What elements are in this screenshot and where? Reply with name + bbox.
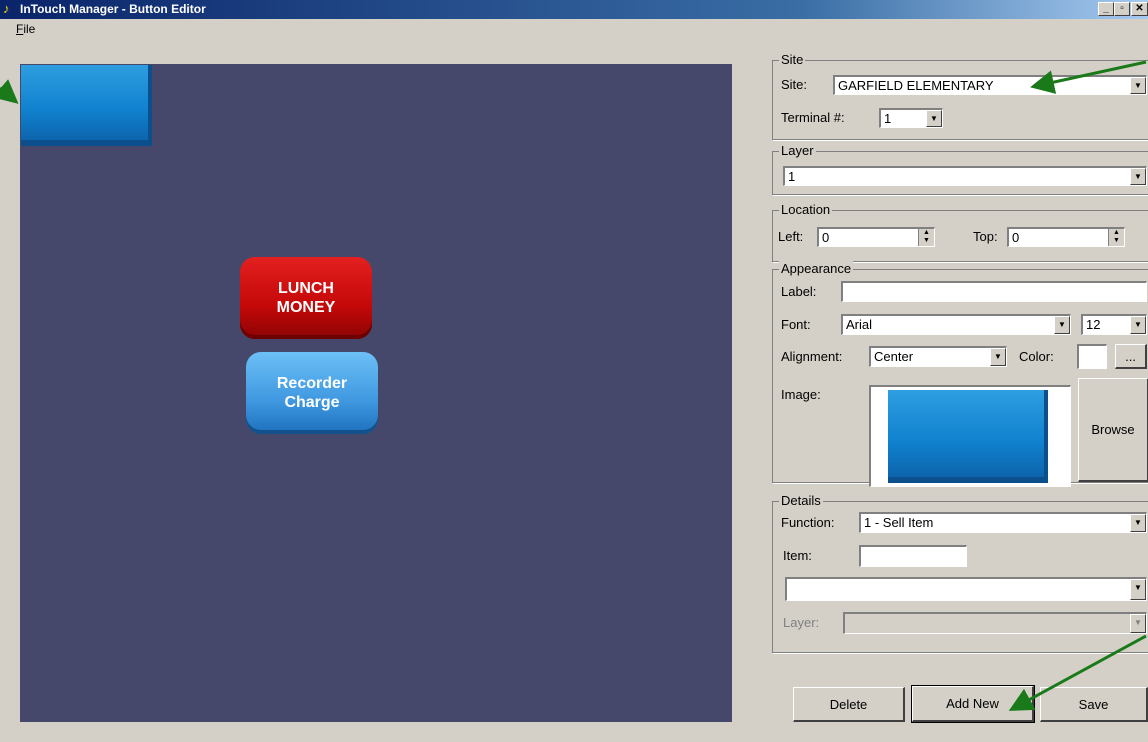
chevron-down-icon[interactable]: ▼	[926, 110, 942, 127]
location-group: Location Left: 0 ▲ ▼ Top: 0 ▲ ▼	[772, 202, 1148, 262]
details-legend: Details	[779, 493, 823, 509]
delete-button[interactable]: Delete	[793, 687, 905, 722]
function-label: Function:	[781, 515, 835, 530]
save-button[interactable]: Save	[1040, 687, 1148, 722]
lunch-money-label: LUNCH MONEY	[276, 280, 336, 316]
layer-select-value: 1	[788, 169, 796, 184]
font-select-value: Arial	[846, 317, 873, 332]
item-label: Item:	[783, 548, 812, 563]
left-spinner-value: 0	[822, 230, 830, 245]
chevron-down-icon: ▼	[1130, 614, 1146, 633]
chevron-down-icon[interactable]: ▼	[1130, 579, 1146, 600]
chevron-down-icon[interactable]: ▼	[1130, 77, 1146, 94]
details-layer-select: ▼	[843, 612, 1147, 634]
top-spinner-value: 0	[1012, 230, 1020, 245]
site-group: Site Site: GARFIELD ELEMENTARY ▼ Termina…	[772, 52, 1148, 140]
minimize-button[interactable]: _	[1098, 2, 1114, 16]
left-label: Left:	[778, 229, 804, 244]
color-swatch[interactable]	[1077, 344, 1107, 369]
color-label: Color:	[1019, 349, 1054, 364]
top-label: Top:	[973, 229, 998, 244]
image-preview	[869, 385, 1071, 487]
canvas-button-selected[interactable]	[21, 65, 152, 146]
app-icon: ♪	[3, 1, 10, 16]
font-label: Font:	[781, 317, 811, 332]
recorder-charge-label: Recorder Charge	[276, 375, 348, 411]
menu-file-label: ile	[23, 22, 36, 36]
terminal-select[interactable]: 1 ▼	[879, 108, 943, 128]
item-select[interactable]: ▼	[785, 577, 1147, 601]
window-title: InTouch Manager - Button Editor	[20, 2, 206, 16]
appearance-group: Appearance Label: Font: Arial ▼ 12 ▼ Ali…	[772, 261, 1148, 487]
canvas-button-recorder-charge[interactable]: Recorder Charge	[246, 352, 378, 434]
title-bar[interactable]: ♪ InTouch Manager - Button Editor _ ▫ ✕	[0, 0, 1148, 19]
site-select[interactable]: GARFIELD ELEMENTARY ▼	[833, 75, 1147, 95]
font-size-select[interactable]: 12 ▼	[1081, 314, 1147, 335]
site-legend: Site	[779, 52, 806, 68]
item-input[interactable]	[859, 545, 967, 567]
site-label: Site:	[781, 77, 808, 92]
alignment-select[interactable]: Center ▼	[869, 346, 1007, 367]
add-new-button[interactable]: Add New	[911, 685, 1035, 723]
location-legend: Location	[779, 202, 833, 218]
browse-button[interactable]: Browse	[1078, 378, 1148, 482]
spinner-arrows-icon[interactable]: ▲ ▼	[918, 229, 934, 246]
annotation-arrow-canvas	[0, 79, 19, 104]
canvas-button-lunch-money[interactable]: LUNCH MONEY	[240, 257, 372, 339]
appearance-legend: Appearance	[779, 261, 854, 277]
close-button[interactable]: ✕	[1131, 2, 1148, 16]
button-image-thumbnail	[888, 390, 1048, 483]
terminal-select-value: 1	[884, 111, 892, 126]
chevron-down-icon[interactable]: ▼	[1130, 168, 1146, 185]
color-picker-button[interactable]: ...	[1115, 344, 1147, 369]
site-select-value: GARFIELD ELEMENTARY	[838, 78, 994, 93]
details-layer-label: Layer:	[783, 615, 820, 630]
chevron-down-icon[interactable]: ▼	[1130, 514, 1146, 532]
chevron-down-icon[interactable]: ▼	[1130, 316, 1146, 334]
alignment-select-value: Center	[874, 349, 914, 364]
design-canvas[interactable]: LUNCH MONEY Recorder Charge	[20, 64, 732, 722]
details-group: Details Function: 1 - Sell Item ▼ Item: …	[772, 493, 1148, 653]
chevron-down-icon[interactable]: ▼	[1054, 316, 1070, 334]
spinner-arrows-icon[interactable]: ▲ ▼	[1108, 229, 1124, 246]
label-label: Label:	[781, 284, 817, 299]
label-input[interactable]	[841, 281, 1147, 302]
maximize-button[interactable]: ▫	[1114, 2, 1130, 16]
font-select[interactable]: Arial ▼	[841, 314, 1071, 335]
menu-file[interactable]: File	[16, 20, 35, 38]
layer-group: Layer 1 ▼	[772, 143, 1148, 195]
layer-legend: Layer	[779, 143, 816, 159]
alignment-label: Alignment:	[781, 349, 843, 364]
top-spinner[interactable]: 0 ▲ ▼	[1007, 227, 1125, 247]
font-size-value: 12	[1086, 317, 1101, 332]
left-spinner[interactable]: 0 ▲ ▼	[817, 227, 935, 247]
function-select-value: 1 - Sell Item	[864, 515, 934, 530]
image-label: Image:	[781, 387, 821, 402]
chevron-down-icon[interactable]: ▼	[990, 348, 1006, 366]
layer-select[interactable]: 1 ▼	[783, 166, 1147, 186]
function-select[interactable]: 1 - Sell Item ▼	[859, 512, 1147, 533]
terminal-label: Terminal #:	[781, 110, 845, 125]
